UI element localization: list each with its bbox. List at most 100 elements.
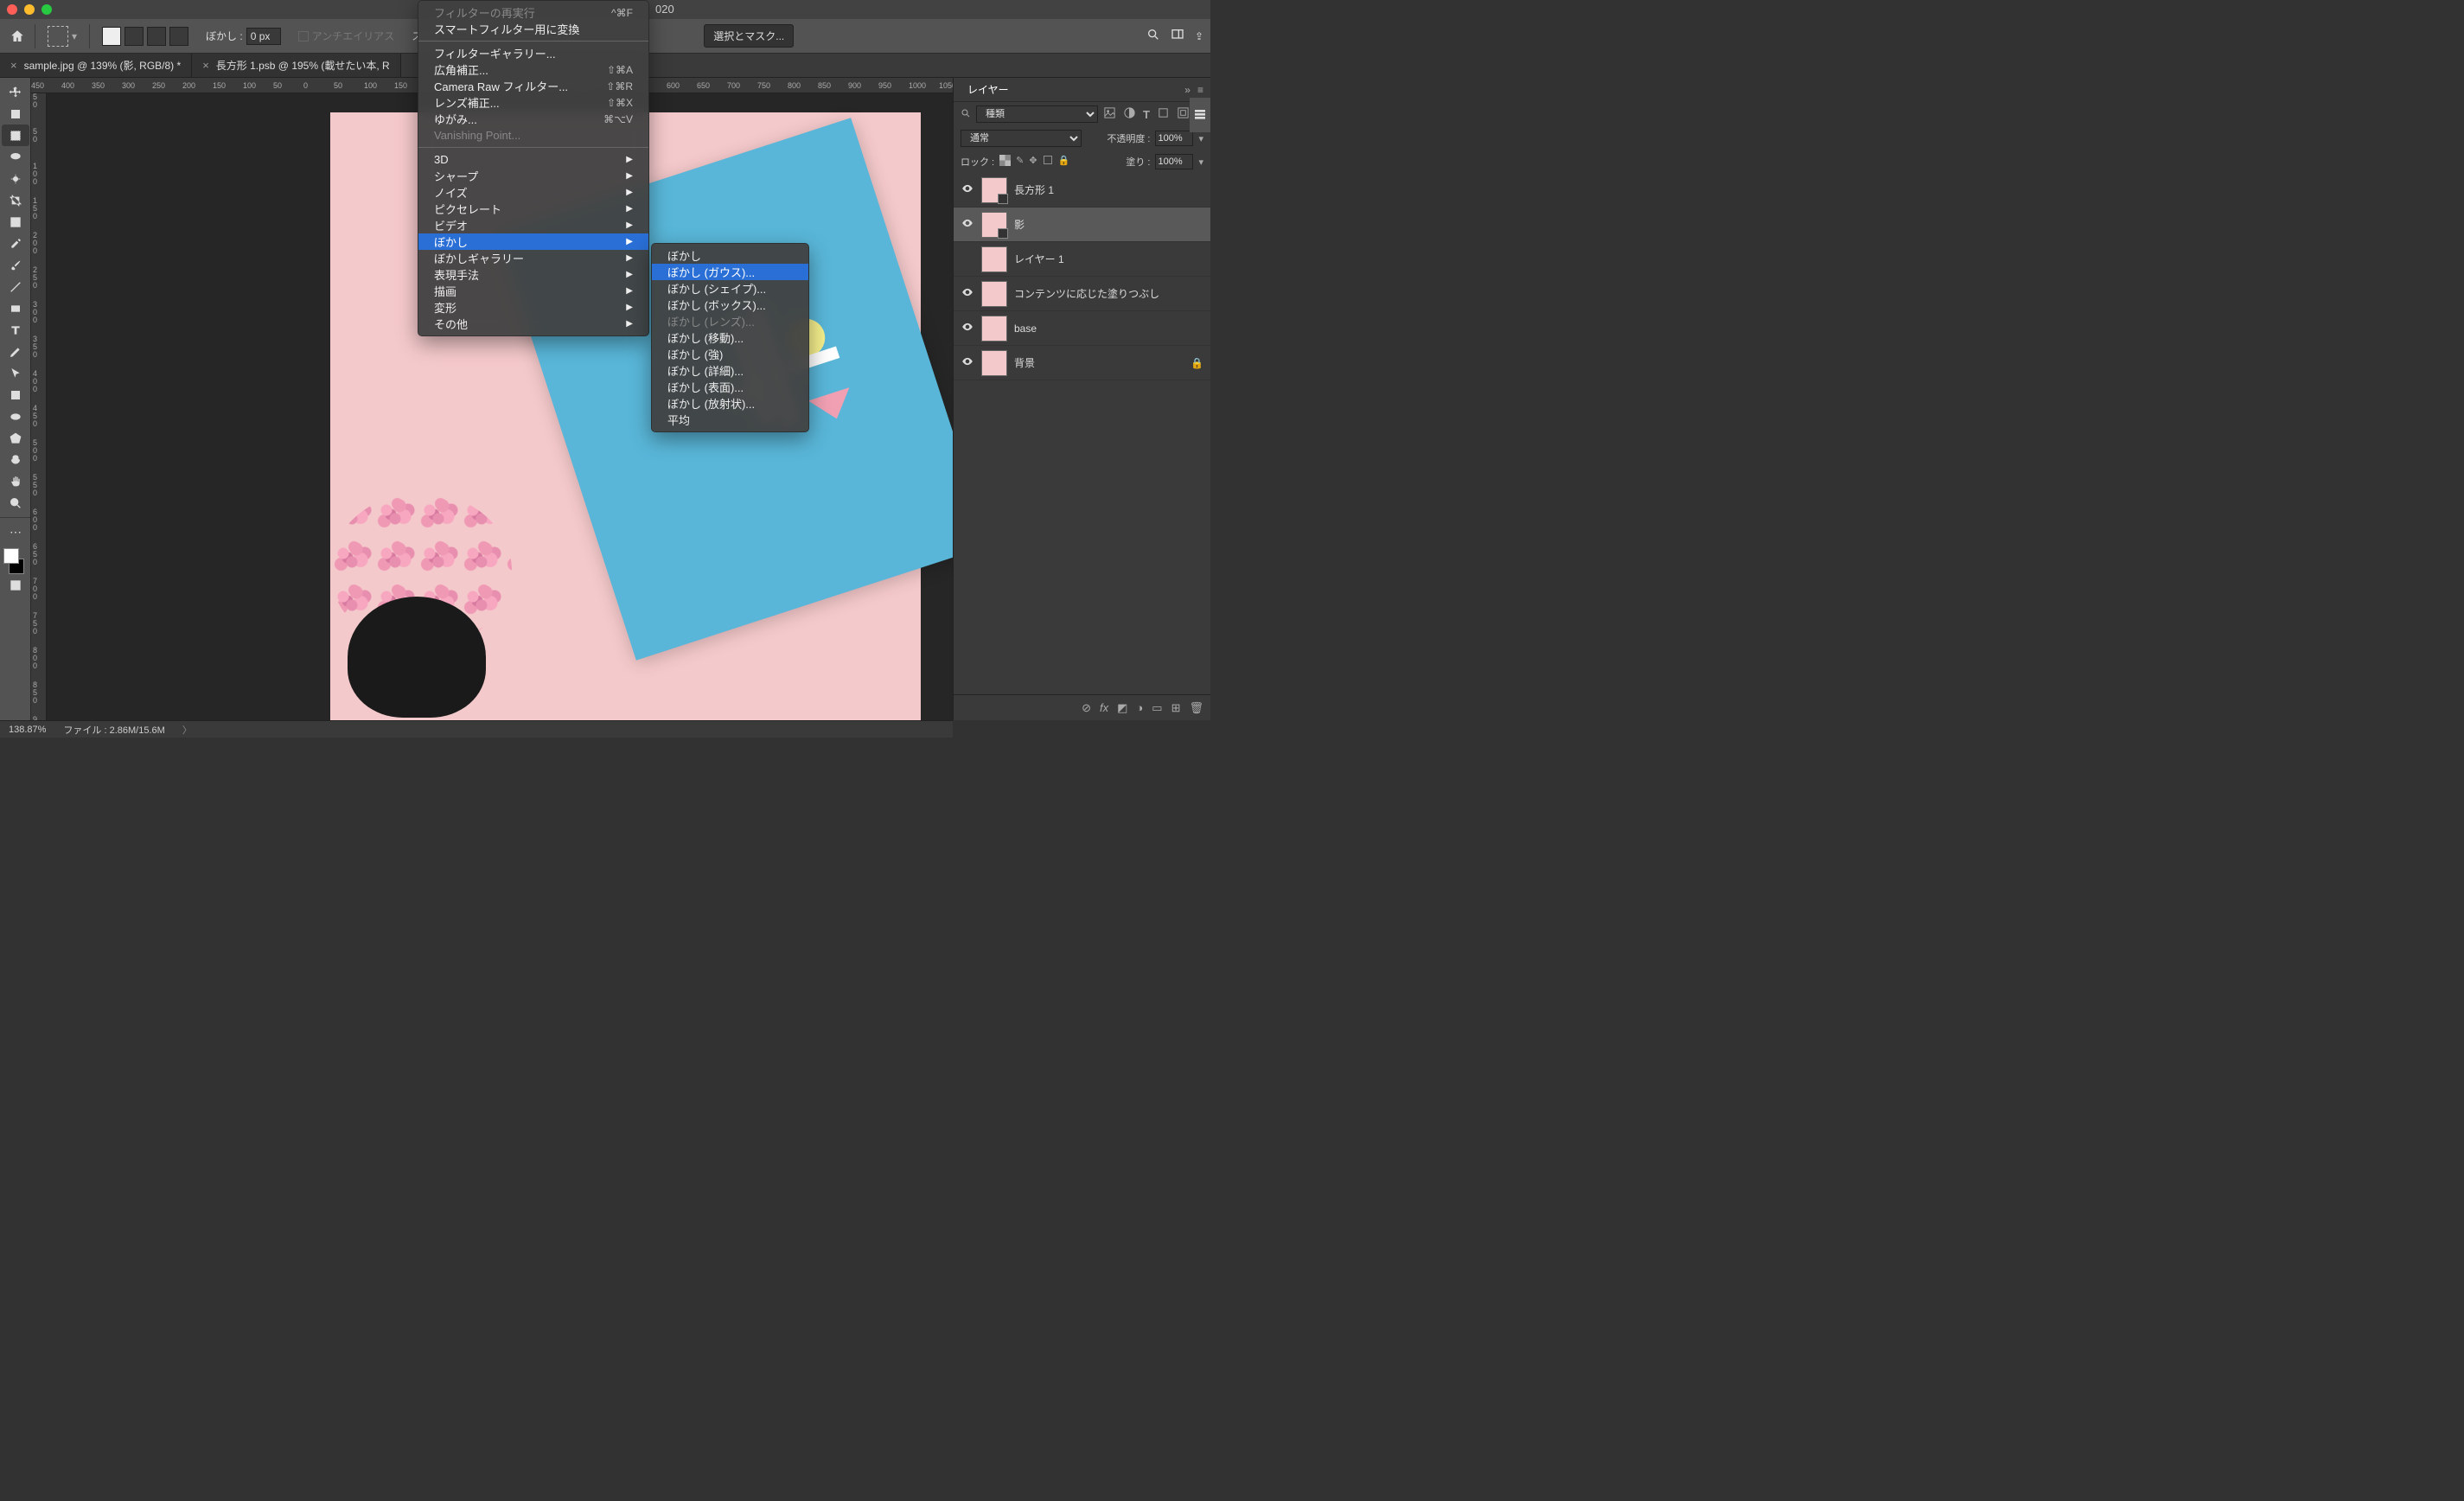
lasso-tool[interactable] [2,146,29,168]
layer-name[interactable]: 背景 [1014,355,1035,370]
collapsed-panel-icon[interactable] [1190,98,1210,132]
lock-transparency-icon[interactable] [999,155,1011,169]
frame-tool[interactable] [2,211,29,233]
submenu-item[interactable]: ぼかし (移動)... [652,329,808,346]
layer-row[interactable]: 背景🔒 [954,346,1210,380]
fx-icon[interactable]: fx [1100,701,1108,714]
gradient-tool[interactable] [2,276,29,297]
fill-input[interactable] [1155,154,1193,169]
submenu-item[interactable]: ぼかし (シェイプ)... [652,280,808,297]
lock-artboard-icon[interactable] [1043,155,1053,169]
menu-item[interactable]: 3D▶ [418,151,648,168]
layer-row[interactable]: レイヤー 1 [954,242,1210,277]
filter-adjust-icon[interactable] [1123,106,1136,122]
move-tool[interactable] [2,81,29,103]
adjustment-icon[interactable]: ◑ [1136,701,1143,714]
menu-item[interactable]: 変形▶ [418,299,648,316]
visibility-toggle[interactable] [961,217,974,232]
brush-tool[interactable] [2,254,29,276]
layer-row[interactable]: 長方形 1 [954,173,1210,208]
selection-new[interactable] [102,27,121,46]
zoom-level[interactable]: 138.87% [9,725,46,735]
new-layer-icon[interactable]: ⊞ [1171,701,1181,715]
link-layers-icon[interactable]: ⊘ [1082,701,1091,715]
menu-item[interactable]: ゆがみ...⌘⌥V [418,111,648,127]
panel-menu-icon[interactable]: ≡ [1197,84,1203,96]
panel-collapse-icon[interactable]: » [1184,84,1191,96]
submenu-item[interactable]: ぼかし (レンズ)... [652,313,808,329]
menu-item[interactable]: ぼかし▶ [418,233,648,250]
polygon-tool[interactable] [2,427,29,449]
layer-row[interactable]: base [954,311,1210,346]
marquee-tool-preset[interactable] [48,26,68,47]
menu-item[interactable]: ビデオ▶ [418,217,648,233]
submenu-item[interactable]: ぼかし (強) [652,346,808,362]
filter-pixel-icon[interactable] [1103,106,1116,122]
submenu-item[interactable]: ぼかし (詳細)... [652,362,808,379]
group-icon[interactable]: ▭ [1152,701,1162,715]
edit-toolbar[interactable]: ⋯ [2,521,29,543]
crop-tool[interactable] [2,189,29,211]
layer-name[interactable]: base [1014,323,1037,335]
close-tab-icon[interactable]: × [202,59,209,72]
pen-tool[interactable] [2,341,29,362]
menu-item[interactable]: ぼかしギャラリー▶ [418,250,648,266]
menu-item[interactable]: フィルターの再実行^⌘F [418,4,648,21]
window-zoom[interactable] [41,4,52,15]
submenu-item[interactable]: ぼかし (ガウス)... [652,264,808,280]
shape-tool[interactable] [2,384,29,406]
menu-item[interactable]: その他▶ [418,316,648,332]
close-tab-icon[interactable]: × [10,59,17,72]
selection-subtract[interactable] [147,27,166,46]
layer-name[interactable]: 影 [1014,217,1025,232]
layer-filter-kind[interactable]: 種類 [976,105,1098,123]
marquee-tool[interactable] [2,125,29,146]
blend-mode-select[interactable]: 通常 [961,130,1082,147]
selection-add[interactable] [124,27,144,46]
path-select-tool[interactable] [2,362,29,384]
type-tool[interactable] [2,319,29,341]
quick-select-tool[interactable] [2,168,29,189]
selection-intersect[interactable] [169,27,188,46]
submenu-item[interactable]: ぼかし (放射状)... [652,395,808,412]
visibility-toggle[interactable] [961,182,974,197]
ellipse-tool[interactable] [2,406,29,427]
menu-item[interactable]: レンズ補正...⇧⌘X [418,94,648,111]
menu-item[interactable]: Vanishing Point... [418,127,648,144]
layers-tab[interactable]: レイヤー [961,82,1016,97]
mask-icon[interactable]: ◩ [1117,701,1127,715]
delete-layer-icon[interactable]: 🗑 [1189,701,1203,715]
lock-all-icon[interactable]: 🔒 [1058,155,1070,169]
home-button[interactable] [7,26,28,47]
submenu-item[interactable]: ぼかし (表面)... [652,379,808,395]
filter-type-icon[interactable]: T [1143,108,1150,121]
zoom-tool[interactable] [2,492,29,514]
layer-name[interactable]: コンテンツに応じた塗りつぶし [1014,286,1159,301]
filter-shape-icon[interactable] [1157,106,1170,122]
select-and-mask-button[interactable]: 選択とマスク... [704,24,794,48]
doc-tab-2[interactable]: × 長方形 1.psb @ 195% (載せたい本, R [192,54,401,77]
doc-tab-1[interactable]: × sample.jpg @ 139% (影, RGB/8) * [0,54,192,77]
menu-item[interactable]: 表現手法▶ [418,266,648,283]
layer-name[interactable]: レイヤー 1 [1014,252,1064,266]
layer-row[interactable]: コンテンツに応じた塗りつぶし [954,277,1210,311]
menu-item[interactable]: スマートフィルター用に変換 [418,21,648,37]
window-minimize[interactable] [24,4,35,15]
layer-name[interactable]: 長方形 1 [1014,182,1054,197]
quick-mask-tool[interactable] [2,574,29,596]
eyedropper-tool[interactable] [2,233,29,254]
menu-item[interactable]: フィルターギャラリー... [418,45,648,61]
menu-item[interactable]: 描画▶ [418,283,648,299]
share-icon[interactable]: ⇪ [1195,30,1203,42]
visibility-toggle[interactable] [961,355,974,370]
opacity-input[interactable] [1155,131,1193,146]
feather-input[interactable] [246,28,281,45]
menu-item[interactable]: シャープ▶ [418,168,648,184]
lock-position-icon[interactable]: ✥ [1029,155,1037,169]
workspace-icon[interactable] [1171,28,1184,44]
menu-item[interactable]: Camera Raw フィルター...⇧⌘R [418,78,648,94]
filter-smart-icon[interactable] [1177,106,1190,122]
color-swatches[interactable] [0,548,26,574]
window-close[interactable] [7,4,17,15]
visibility-toggle[interactable] [961,286,974,301]
